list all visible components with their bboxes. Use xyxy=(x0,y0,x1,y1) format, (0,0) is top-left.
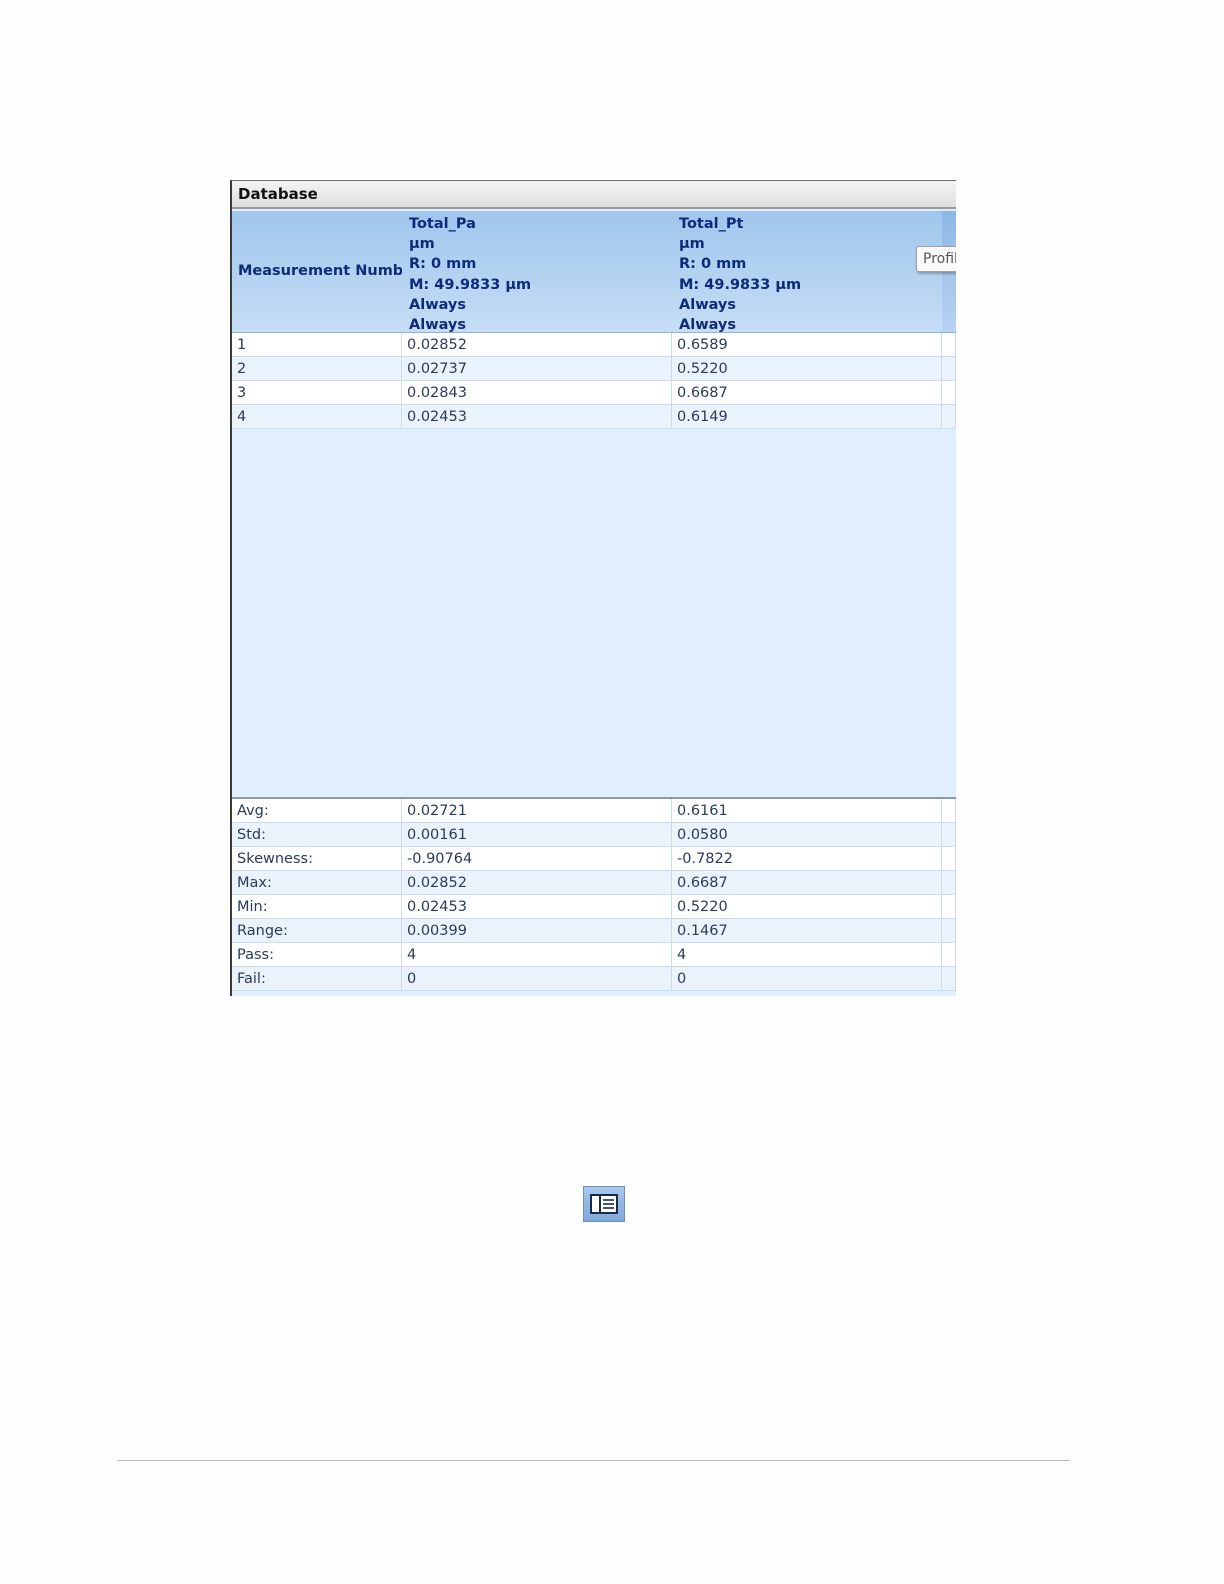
cell-measurement-number: 2 xyxy=(232,357,402,381)
stat-label: Std: xyxy=(232,823,402,847)
measurement-rows: 1 0.02852 0.6589 2 0.02737 0.5220 3 0.02… xyxy=(232,333,956,429)
table-row[interactable]: 2 0.02737 0.5220 xyxy=(232,357,956,381)
cell-measurement-number: 3 xyxy=(232,381,402,405)
stat-total-pa: 0.00161 xyxy=(402,823,672,847)
cell-partial xyxy=(942,967,956,991)
header-line-measure: M: 49.9833 µm xyxy=(679,276,802,293)
cell-measurement-number: 4 xyxy=(232,405,402,429)
cell-total-pa: 0.02453 xyxy=(402,405,672,429)
cell-total-pa: 0.02737 xyxy=(402,357,672,381)
stat-label: Max: xyxy=(232,871,402,895)
stat-total-pa: 0.02453 xyxy=(402,895,672,919)
cell-measurement-number: 1 xyxy=(232,333,402,357)
stat-total-pt: 0.5220 xyxy=(672,895,942,919)
stat-total-pt: -0.7822 xyxy=(672,847,942,871)
table-row[interactable]: 1 0.02852 0.6589 xyxy=(232,333,956,357)
header-line-condition: Always xyxy=(679,296,737,313)
stat-total-pa: 0 xyxy=(402,967,672,991)
cell-partial xyxy=(942,871,956,895)
cell-total-pt: 0.6687 xyxy=(672,381,942,405)
stats-row: Std: 0.00161 0.0580 xyxy=(232,823,956,847)
column-header-measurement-number[interactable]: Measurement Number xyxy=(232,211,420,333)
cell-partial xyxy=(942,405,956,429)
column-header-label: Measurement Number xyxy=(238,263,421,279)
header-line-range: R: 0 mm xyxy=(679,256,747,273)
footer-divider xyxy=(118,1460,1070,1461)
cell-total-pa: 0.02852 xyxy=(402,333,672,357)
stat-total-pa: 0.02721 xyxy=(402,799,672,823)
cell-partial xyxy=(942,823,956,847)
cell-total-pt: 0.6589 xyxy=(672,333,942,357)
stat-label: Avg: xyxy=(232,799,402,823)
table-row[interactable]: 3 0.02843 0.6687 xyxy=(232,381,956,405)
header-line-unit: µm xyxy=(409,236,435,253)
stat-total-pa: -0.90764 xyxy=(402,847,672,871)
stats-row: Max: 0.02852 0.6687 xyxy=(232,871,956,895)
stats-row: Avg: 0.02721 0.6161 xyxy=(232,799,956,823)
header-line-condition: Always xyxy=(409,296,467,313)
stat-total-pt: 0.6687 xyxy=(672,871,942,895)
stats-row: Pass: 4 4 xyxy=(232,943,956,967)
stat-total-pa: 0.02852 xyxy=(402,871,672,895)
stat-total-pt: 0 xyxy=(672,967,942,991)
header-line-name: Total_Pt xyxy=(679,216,744,232)
stats-row: Range: 0.00399 0.1467 xyxy=(232,919,956,943)
statistics-rows: Avg: 0.02721 0.6161 Std: 0.00161 0.0580 … xyxy=(232,799,956,991)
stat-label: Pass: xyxy=(232,943,402,967)
cell-partial xyxy=(942,357,956,381)
header-line-name: Total_Pa xyxy=(409,216,476,232)
cell-total-pa: 0.02843 xyxy=(402,381,672,405)
stats-row: Min: 0.02453 0.5220 xyxy=(232,895,956,919)
stats-row: Skewness: -0.90764 -0.7822 xyxy=(232,847,956,871)
stat-total-pt: 0.6161 xyxy=(672,799,942,823)
stat-total-pa: 4 xyxy=(402,943,672,967)
database-panel: Database Measurement Number Total_Pa µm … xyxy=(230,180,956,996)
list-view-icon xyxy=(590,1194,618,1214)
header-line-unit: µm xyxy=(679,236,705,253)
cell-partial xyxy=(942,381,956,405)
panel-title: Database xyxy=(232,181,956,209)
stat-total-pt: 4 xyxy=(672,943,942,967)
cell-partial xyxy=(942,333,956,357)
stat-label: Fail: xyxy=(232,967,402,991)
stat-label: Min: xyxy=(232,895,402,919)
column-header-total-pt[interactable]: Total_Pt µm R: 0 mm M: 49.9833 µm Always… xyxy=(672,211,942,333)
stats-row: Fail: 0 0 xyxy=(232,967,956,991)
cell-partial xyxy=(942,799,956,823)
header-line-range: R: 0 mm xyxy=(409,256,477,273)
stat-label: Range: xyxy=(232,919,402,943)
stat-label: Skewness: xyxy=(232,847,402,871)
cell-partial xyxy=(942,919,956,943)
cell-total-pt: 0.6149 xyxy=(672,405,942,429)
table-row[interactable]: 4 0.02453 0.6149 xyxy=(232,405,956,429)
cell-partial xyxy=(942,847,956,871)
header-line-measure: M: 49.9833 µm xyxy=(409,276,532,293)
stat-total-pa: 0.00399 xyxy=(402,919,672,943)
stat-total-pt: 0.0580 xyxy=(672,823,942,847)
cell-total-pt: 0.5220 xyxy=(672,357,942,381)
cell-partial xyxy=(942,943,956,967)
stat-total-pt: 0.1467 xyxy=(672,919,942,943)
column-header-total-pa[interactable]: Total_Pa µm R: 0 mm M: 49.9833 µm Always… xyxy=(402,211,672,333)
cell-partial xyxy=(942,895,956,919)
column-header-partial[interactable] xyxy=(942,211,956,333)
profile-tab[interactable]: Profil xyxy=(916,246,956,272)
list-view-button[interactable] xyxy=(583,1186,625,1222)
